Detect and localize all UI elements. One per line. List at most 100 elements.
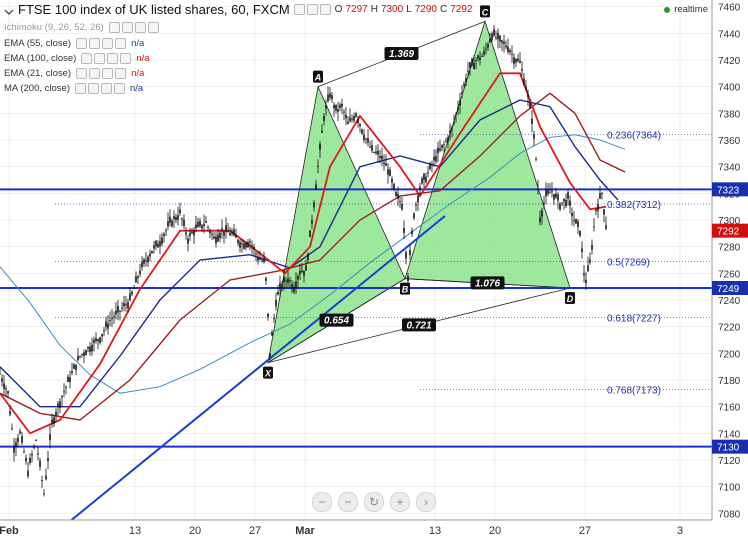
candle-body [187,238,189,244]
candle-body [565,200,567,207]
candle-body [43,493,45,495]
candle-body [137,276,139,279]
candle-body [573,220,575,221]
ohlc-open: 7297 [345,4,368,15]
candle-body [193,230,195,236]
candle-body [559,204,561,210]
candle-body [135,276,137,283]
indicator-ema100[interactable]: EMA (100, close) n/a [4,53,150,64]
current-price-label: 7292 [717,227,740,238]
price-tick-label: 7080 [718,509,741,520]
scroll-right-button[interactable]: › [416,492,436,512]
candle-body [501,40,503,43]
candle-body [79,356,81,357]
candle-body [219,232,221,239]
candle-body [489,38,491,42]
ohlc-l-label: L [406,4,412,15]
candle-body [387,169,389,175]
candle-body [383,162,385,165]
candle-body [131,291,133,295]
candle-body [589,259,591,263]
candle-body [523,78,525,85]
candle-body [143,259,145,264]
candle-body [593,226,595,228]
candle-body [175,217,177,221]
title-buttons[interactable] [293,4,331,15]
candle-body [575,218,577,224]
candle-body [355,113,357,117]
candle-body [367,138,369,143]
candle-body [235,235,237,238]
candle-body [81,354,83,356]
chart-canvas[interactable]: 0.236(7364) 0.382(7312) 0.5(7269) 0.618(722… [0,0,748,541]
candle-body [91,344,93,352]
trendline [59,215,446,531]
candle-body [295,281,297,288]
candle-body [145,260,147,262]
candle-body [255,253,257,255]
candle-body [109,320,111,321]
candle-body [563,198,565,202]
candle-body [305,265,307,271]
candle-body [461,92,463,94]
candle-body [167,221,169,227]
candle-body [233,229,235,236]
settings-icon[interactable] [306,4,318,15]
ohlc-high: 7300 [380,4,404,15]
time-tick-label: 27 [579,525,591,537]
eye-icon[interactable] [293,4,305,15]
candle-body [551,190,553,192]
candle-body [571,212,573,217]
candle-body [41,480,43,481]
candle-body [67,376,69,382]
candle-body [213,236,215,239]
price-level-tag-label: 7323 [717,185,740,196]
zoom-in-button[interactable]: + [390,492,410,512]
candle-body [7,391,9,394]
candle-body [211,233,213,235]
candle-body [165,230,167,232]
collapse-icon[interactable] [4,5,14,15]
candle-body [203,223,205,226]
indicator-ema55[interactable]: EMA (55, close) n/a [4,38,144,49]
candle-body [561,202,563,204]
time-tick-label: 3 [677,525,683,537]
candle-body [39,460,41,467]
reset-button[interactable]: ↻ [364,492,384,512]
candle-body [445,140,447,142]
candle-body [553,194,555,200]
candle-body [425,176,427,183]
close-icon[interactable] [319,4,331,15]
indicator-ichimoku[interactable]: Ichimoku (9, 26, 52, 26) [4,22,159,33]
candle-body [177,215,179,220]
fib-level-label: 0.618(7227) [607,313,661,324]
candle-body [267,313,269,318]
candle-body [97,339,99,342]
indicator-ema21[interactable]: EMA (21, close) n/a [4,68,144,79]
candle-body [29,457,31,463]
candle-body [535,158,537,160]
candle-body [179,209,181,214]
indicator-label: EMA (55, close) [4,38,72,49]
candle-body [133,287,135,289]
candle-body [171,220,173,227]
candle-body [441,144,443,148]
candle-body [415,204,417,206]
scroll-left-button[interactable]: − [312,492,332,512]
zoom-out-button[interactable]: − [338,492,358,512]
candle-body [197,222,199,227]
candle-body [327,94,329,101]
candle-body [73,364,75,369]
candle-body [521,68,523,71]
fib-level-label: 0.5(7269) [607,257,650,268]
candle-body [217,234,219,242]
candle-body [215,236,217,244]
candle-body [9,411,11,415]
price-tick-label: 7140 [718,429,741,440]
candle-body [189,232,191,236]
candle-body [435,156,437,162]
indicator-ma200[interactable]: MA (200, close) n/a [4,83,143,94]
candle-body [365,138,367,140]
candle-body [169,216,171,223]
candle-body [601,193,603,195]
